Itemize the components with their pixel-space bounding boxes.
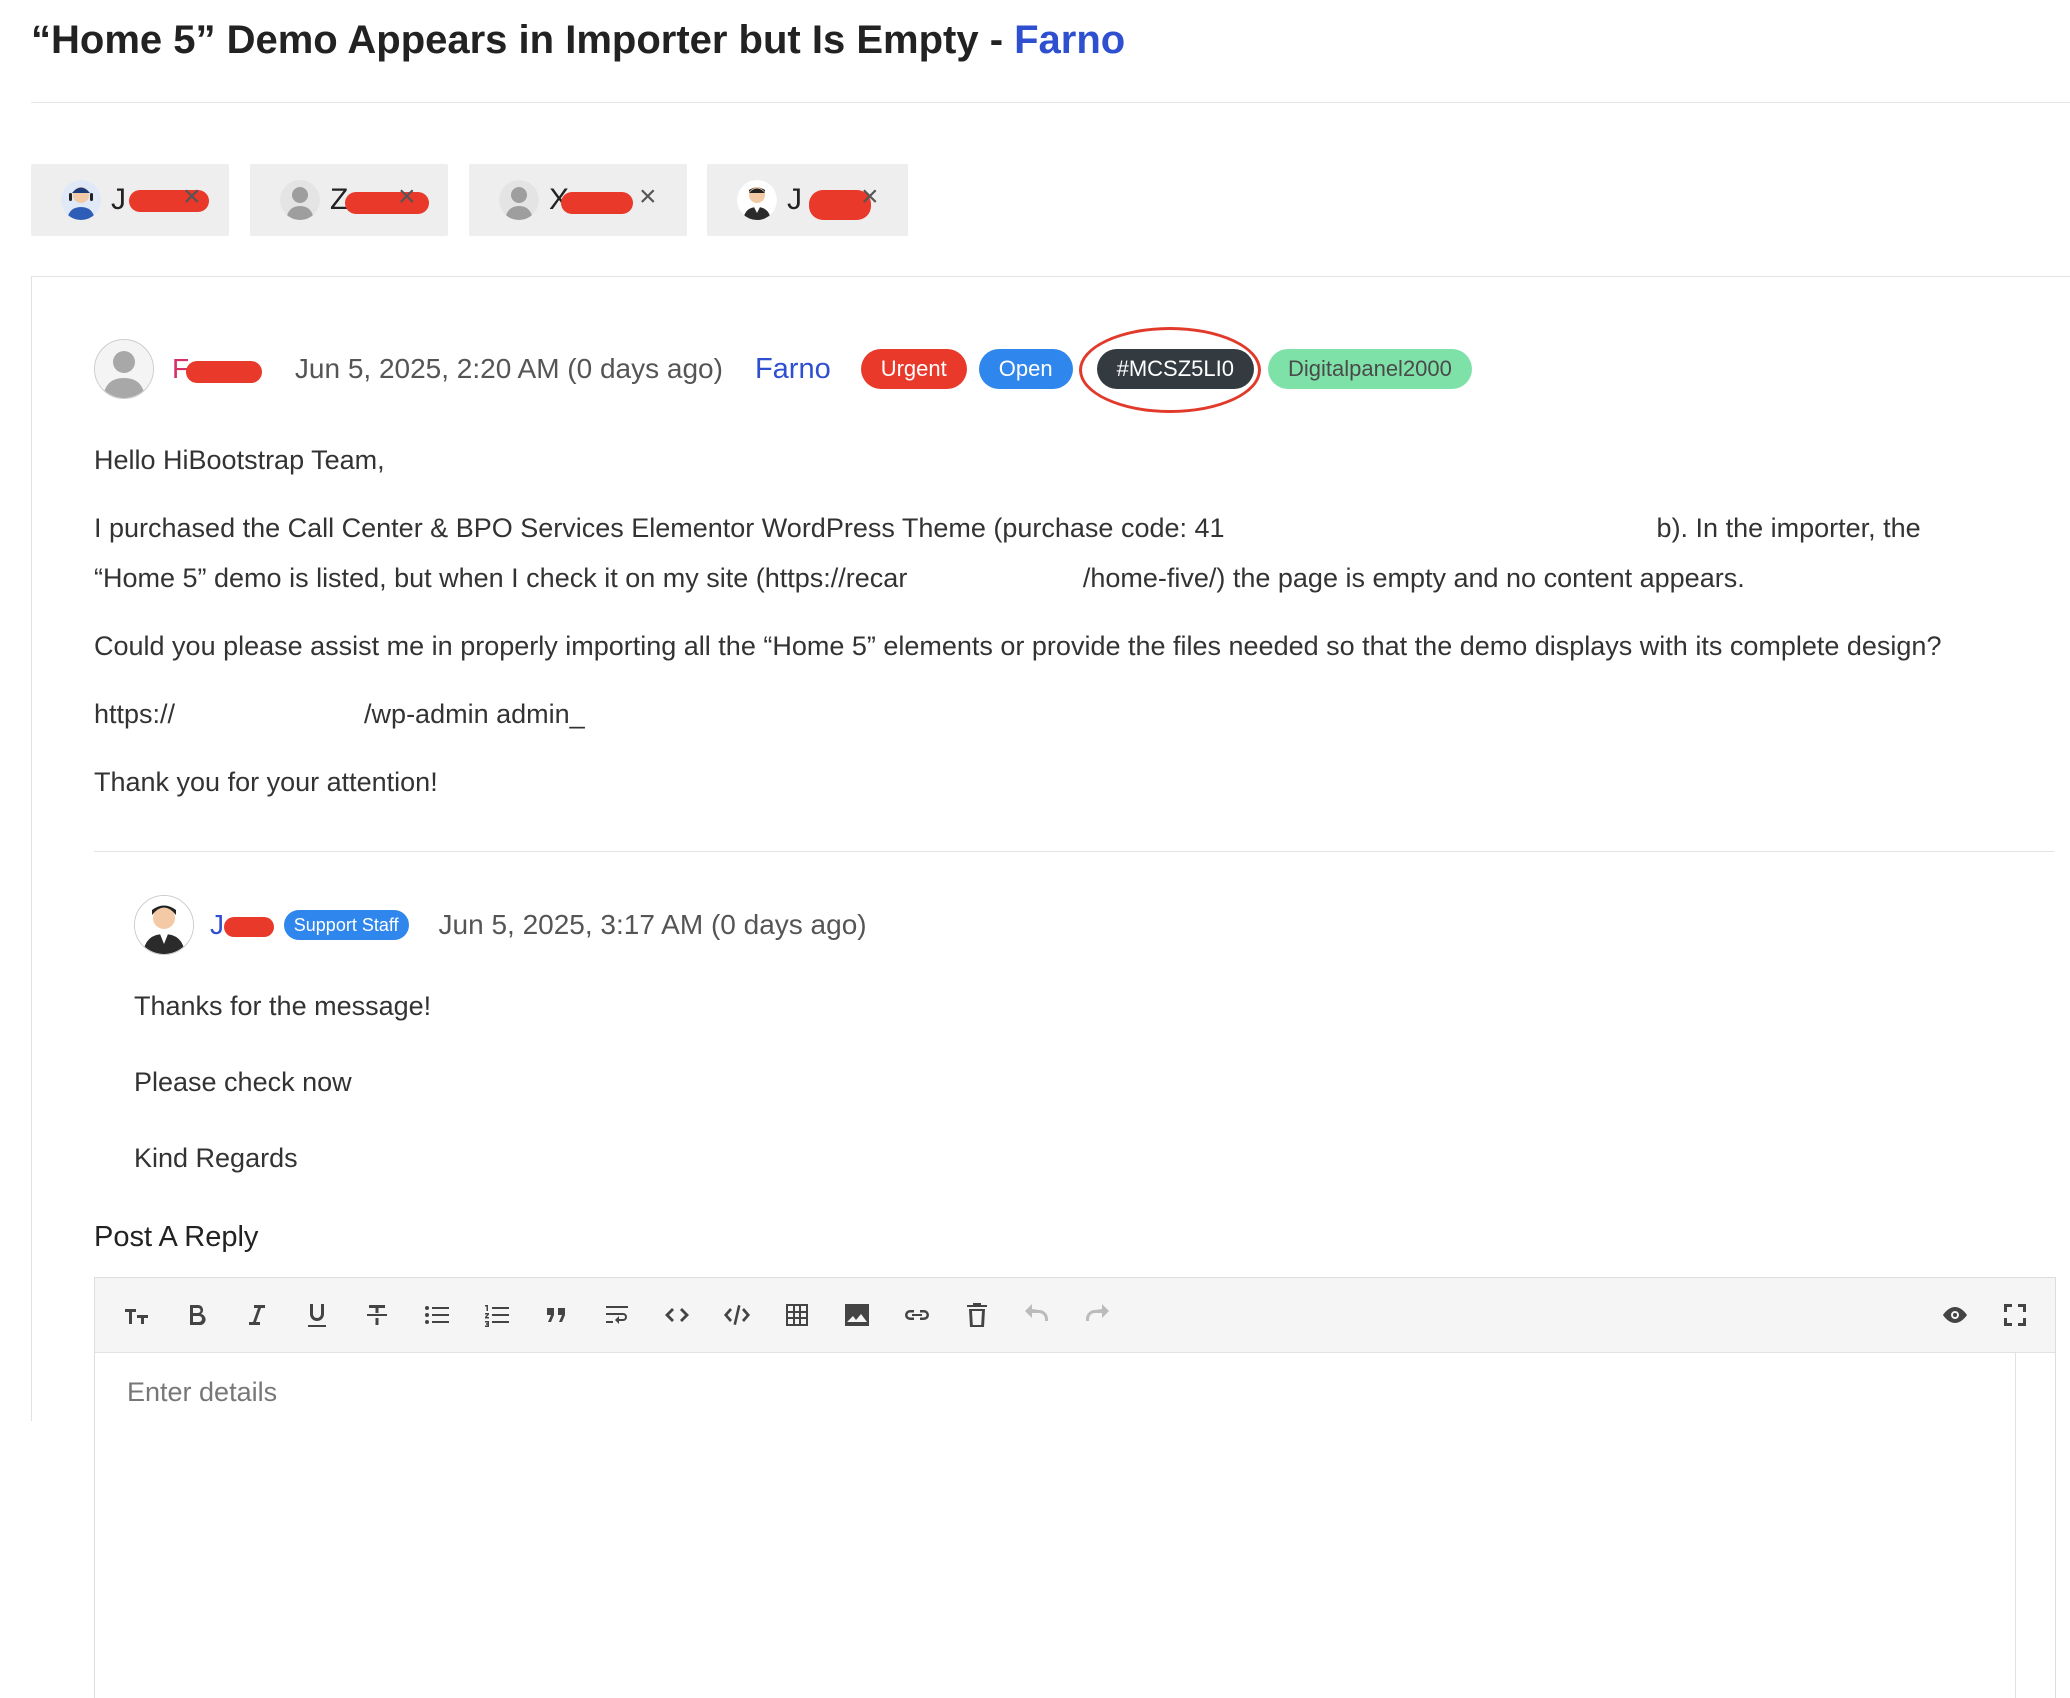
- redo-icon[interactable]: [1077, 1295, 1117, 1335]
- username-badge: Digitalpanel2000: [1267, 349, 1472, 389]
- ticket-product-link[interactable]: Farno: [1014, 18, 1125, 62]
- reply-line: Thanks for the message!: [134, 991, 432, 1021]
- remove-assignee-icon[interactable]: ×: [398, 180, 416, 214]
- post-reply-label: Post A Reply: [94, 1221, 259, 1253]
- status-badge: Open: [978, 349, 1073, 389]
- assignee-chip: J ×: [31, 164, 229, 236]
- message-date: Jun 5, 2025, 2:20 AM (0 days ago): [294, 353, 723, 384]
- message-body: Hello HiBootstrap Team, I purchased the …: [94, 435, 2024, 825]
- redaction-mark: [186, 361, 262, 383]
- redaction-mark: [561, 192, 633, 214]
- message-author[interactable]: F: [172, 353, 271, 385]
- conversation-panel: F Jun 5, 2025, 2:20 AM (0 days ago) Farn…: [31, 276, 2070, 1698]
- assignee-name: J: [787, 183, 802, 216]
- avatar: [94, 339, 154, 399]
- redacted-text: xxxxxxxxxxxxx: [907, 553, 1083, 603]
- redacted-text: xxxxxxxxxxxxxxxxxxxx: [584, 689, 855, 739]
- message-paragraph: Could you please assist me in properly i…: [94, 631, 1942, 661]
- assignee-chip: X ×: [469, 164, 687, 236]
- assignee-name: J: [111, 183, 126, 216]
- code-block-icon[interactable]: [717, 1295, 757, 1335]
- ticket-title: “Home 5” Demo Appears in Importer but Is…: [31, 18, 1015, 62]
- redacted-text: xxxxxxxxxxxxxxxxxxxxxxxxxxxxxxxx: [1224, 503, 1657, 553]
- divider: [94, 851, 2054, 852]
- ticket-id-badge: #MCSZ5LI0: [1078, 327, 1261, 413]
- italic-icon[interactable]: [237, 1295, 277, 1335]
- product-link[interactable]: Farno: [755, 353, 831, 386]
- fullscreen-icon[interactable]: [1995, 1295, 2035, 1335]
- bold-icon[interactable]: [177, 1295, 217, 1335]
- redaction-mark: [224, 917, 274, 937]
- reply-date: Jun 5, 2025, 3:17 AM (0 days ago): [438, 909, 867, 940]
- avatar: [499, 180, 539, 220]
- wrap-icon[interactable]: [597, 1295, 637, 1335]
- quote-icon[interactable]: [537, 1295, 577, 1335]
- message-closing: Thank you for your attention!: [94, 767, 438, 797]
- link-icon[interactable]: [897, 1295, 937, 1335]
- editor-placeholder: Enter details: [127, 1377, 278, 1407]
- delete-icon[interactable]: [957, 1295, 997, 1335]
- highlight-circle: [1078, 327, 1261, 413]
- reply-body: Thanks for the message! Please check now…: [134, 991, 431, 1219]
- underline-icon[interactable]: [297, 1295, 337, 1335]
- avatar: [280, 180, 320, 220]
- remove-assignee-icon[interactable]: ×: [183, 180, 201, 214]
- reply-line: Kind Regards: [134, 1143, 298, 1173]
- bullet-list-icon[interactable]: [417, 1295, 457, 1335]
- message-header: F Jun 5, 2025, 2:20 AM (0 days ago) Farn…: [94, 327, 1472, 413]
- reply-editor: Enter details: [94, 1277, 2056, 1698]
- image-icon[interactable]: [837, 1295, 877, 1335]
- undo-icon[interactable]: [1017, 1295, 1057, 1335]
- page-title: “Home 5” Demo Appears in Importer but Is…: [31, 18, 1125, 63]
- message-greeting: Hello HiBootstrap Team,: [94, 445, 385, 475]
- avatar: [737, 180, 777, 220]
- message-link[interactable]: https://xxxxxxxxxxxxxx/wp-admin admin_xx…: [94, 689, 2024, 739]
- reply-line: Please check now: [134, 1067, 352, 1097]
- redaction-mark: [345, 192, 429, 214]
- message-paragraph: I purchased the Call Center & BPO Servic…: [94, 503, 2024, 603]
- numbered-list-icon[interactable]: [477, 1295, 517, 1335]
- assignee-chip: J ×: [707, 164, 908, 236]
- heading-icon[interactable]: [117, 1295, 157, 1335]
- avatar: [61, 180, 101, 220]
- avatar: [134, 895, 194, 955]
- code-icon[interactable]: [657, 1295, 697, 1335]
- strikethrough-icon[interactable]: [357, 1295, 397, 1335]
- remove-assignee-icon[interactable]: ×: [861, 180, 879, 214]
- reply-author[interactable]: J: [210, 909, 276, 941]
- priority-badge: Urgent: [860, 349, 967, 389]
- reply-header: J Support Staff Jun 5, 2025, 3:17 AM (0 …: [134, 893, 2034, 957]
- table-icon[interactable]: [777, 1295, 817, 1335]
- reply-message: J Support Staff Jun 5, 2025, 3:17 AM (0 …: [134, 893, 2034, 1173]
- divider: [31, 102, 2070, 103]
- preview-icon[interactable]: [1935, 1295, 1975, 1335]
- reply-textarea[interactable]: Enter details: [95, 1353, 2016, 1698]
- support-staff-badge: Support Staff: [283, 910, 409, 940]
- assignee-chip: Z ×: [250, 164, 448, 236]
- editor-toolbar: [95, 1278, 2055, 1353]
- redacted-text: xxxxxxxxxxxxxx: [175, 689, 365, 739]
- remove-assignee-icon[interactable]: ×: [639, 180, 657, 214]
